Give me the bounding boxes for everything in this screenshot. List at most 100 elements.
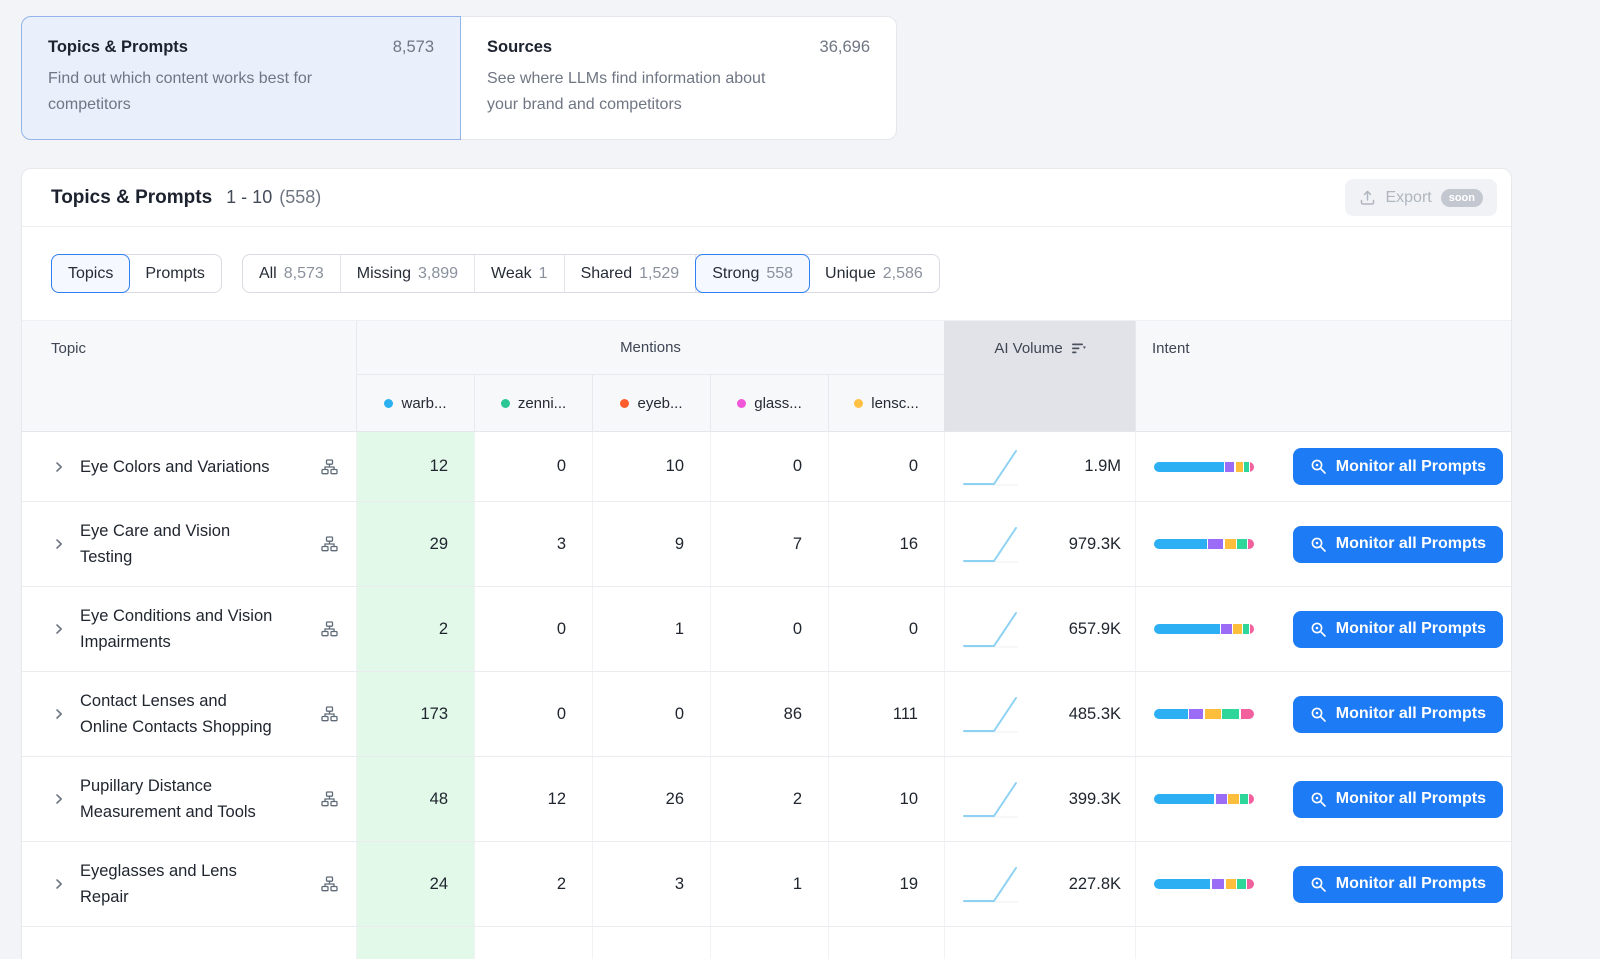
card-sources[interactable]: Sources 36,696 See where LLMs find infor… <box>461 16 897 140</box>
expand-chevron-icon[interactable] <box>52 622 66 636</box>
filter-weak[interactable]: Weak1 <box>475 255 565 292</box>
card-topics-prompts[interactable]: Topics & Prompts 8,573 Find out which co… <box>21 16 461 140</box>
view-toggle: TopicsPrompts <box>51 254 222 293</box>
intent-cell: Monitor all Prompts <box>1135 757 1511 841</box>
intent-cell: Monitor all Prompts <box>1135 842 1511 926</box>
card-description: See where LLMs find information about yo… <box>487 66 870 118</box>
mention-count: 111 <box>828 672 944 756</box>
competitor-column-header[interactable]: warb... <box>356 375 474 431</box>
soon-badge: soon <box>1441 189 1483 207</box>
topic-name: Pupillary Distance Measurement and Tools <box>80 773 313 825</box>
ai-volume-cell: 227.8K <box>944 842 1135 926</box>
table-row: Eyeglasses and Lens Repair2423119227.8KM… <box>22 842 1511 927</box>
monitor-magnifier-icon <box>1310 706 1327 723</box>
monitor-all-prompts-button[interactable]: Monitor all Prompts <box>1293 611 1503 648</box>
mention-count: 3 <box>592 842 710 926</box>
filter-row: TopicsPrompts All8,573Missing3,899Weak1S… <box>22 227 1511 320</box>
competitor-column-header[interactable]: zenni... <box>474 375 592 431</box>
column-header-intent[interactable]: Intent <box>1135 321 1511 375</box>
sitemap-icon[interactable] <box>321 459 338 475</box>
view-tab-prompts[interactable]: Prompts <box>129 255 221 292</box>
monitor-label: Monitor all Prompts <box>1336 875 1486 893</box>
intent-distribution-bar <box>1154 539 1254 549</box>
intent-distribution-bar <box>1154 879 1254 889</box>
topic-name: Eye Care and Vision Testing <box>80 518 313 570</box>
sitemap-icon[interactable] <box>321 621 338 637</box>
intent-distribution-bar <box>1154 462 1254 472</box>
expand-chevron-icon[interactable] <box>52 707 66 721</box>
table-row: Pupillary Distance Measurement and Tools… <box>22 757 1511 842</box>
ai-volume-value: 399.3K <box>1069 790 1121 809</box>
ai-volume-label: AI Volume <box>994 340 1062 357</box>
filter-unique[interactable]: Unique2,586 <box>809 255 939 292</box>
export-button[interactable]: Export soon <box>1345 179 1497 216</box>
trend-sparkline <box>961 693 1021 735</box>
card-description: Find out which content works best for co… <box>48 66 434 118</box>
table-row-partial <box>22 927 1511 959</box>
monitor-label: Monitor all Prompts <box>1336 705 1486 723</box>
ai-volume-cell: 485.3K <box>944 672 1135 756</box>
expand-chevron-icon[interactable] <box>52 460 66 474</box>
mention-count: 0 <box>828 587 944 671</box>
monitor-magnifier-icon <box>1310 791 1327 808</box>
result-range: 1 - 10 <box>226 187 272 208</box>
ai-volume-cell: 1.9M <box>944 432 1135 501</box>
expand-chevron-icon[interactable] <box>52 537 66 551</box>
sitemap-icon[interactable] <box>321 876 338 892</box>
trend-sparkline <box>961 778 1021 820</box>
trend-sparkline <box>961 863 1021 905</box>
competitor-dot <box>737 399 746 408</box>
column-header-topic[interactable]: Topic <box>22 321 356 375</box>
mention-count: 9 <box>592 502 710 586</box>
filter-missing[interactable]: Missing3,899 <box>341 255 475 292</box>
competitor-dot <box>501 399 510 408</box>
monitor-magnifier-icon <box>1310 876 1327 893</box>
card-header: Sources 36,696 <box>487 38 870 57</box>
mention-count: 1 <box>710 842 828 926</box>
header-spacer <box>22 375 356 431</box>
table-row: Eye Colors and Variations12010001.9MMoni… <box>22 432 1511 502</box>
filter-count: 1,529 <box>639 263 679 284</box>
mention-count: 12 <box>356 432 474 501</box>
sitemap-icon[interactable] <box>321 791 338 807</box>
filter-all[interactable]: All8,573 <box>243 255 341 292</box>
mention-count: 19 <box>828 842 944 926</box>
mention-count: 16 <box>828 502 944 586</box>
competitor-column-header[interactable]: lensc... <box>828 375 944 431</box>
card-header: Topics & Prompts 8,573 <box>48 38 434 57</box>
filter-shared[interactable]: Shared1,529 <box>565 255 697 292</box>
ai-volume-value: 979.3K <box>1069 535 1121 554</box>
expand-chevron-icon[interactable] <box>52 792 66 806</box>
card-count: 8,573 <box>393 38 434 57</box>
column-header-mentions[interactable]: Mentions <box>356 321 944 375</box>
ai-volume-cell: 979.3K <box>944 502 1135 586</box>
mention-count: 1 <box>592 587 710 671</box>
expand-chevron-icon[interactable] <box>52 877 66 891</box>
filter-strong[interactable]: Strong558 <box>695 254 810 293</box>
competitor-dot <box>620 399 629 408</box>
topic-name: Contact Lenses and Online Contacts Shopp… <box>80 688 313 740</box>
monitor-all-prompts-button[interactable]: Monitor all Prompts <box>1293 448 1503 485</box>
competitor-name: glass... <box>754 395 802 412</box>
topic-cell: Eye Colors and Variations <box>22 432 356 501</box>
competitor-column-header[interactable]: eyeb... <box>592 375 710 431</box>
sitemap-icon[interactable] <box>321 706 338 722</box>
monitor-magnifier-icon <box>1310 458 1327 475</box>
monitor-all-prompts-button[interactable]: Monitor all Prompts <box>1293 781 1503 818</box>
intent-distribution-bar <box>1154 624 1254 634</box>
column-header-ai-volume[interactable]: AI Volume <box>944 321 1135 375</box>
monitor-all-prompts-button[interactable]: Monitor all Prompts <box>1293 526 1503 563</box>
sitemap-icon[interactable] <box>321 536 338 552</box>
intent-distribution-bar <box>1154 709 1254 719</box>
filter-count: 3,899 <box>418 263 458 284</box>
monitor-all-prompts-button[interactable]: Monitor all Prompts <box>1293 696 1503 733</box>
ai-volume-cell: 657.9K <box>944 587 1135 671</box>
monitor-all-prompts-button[interactable]: Monitor all Prompts <box>1293 866 1503 903</box>
mention-count: 3 <box>474 502 592 586</box>
table-header: Topic Mentions AI Volume Intent warb...z… <box>22 320 1511 432</box>
ai-volume-value: 485.3K <box>1069 705 1121 724</box>
summary-cards: Topics & Prompts 8,573 Find out which co… <box>0 0 1600 140</box>
mention-count: 0 <box>474 587 592 671</box>
competitor-column-header[interactable]: glass... <box>710 375 828 431</box>
view-tab-topics[interactable]: Topics <box>51 254 130 293</box>
